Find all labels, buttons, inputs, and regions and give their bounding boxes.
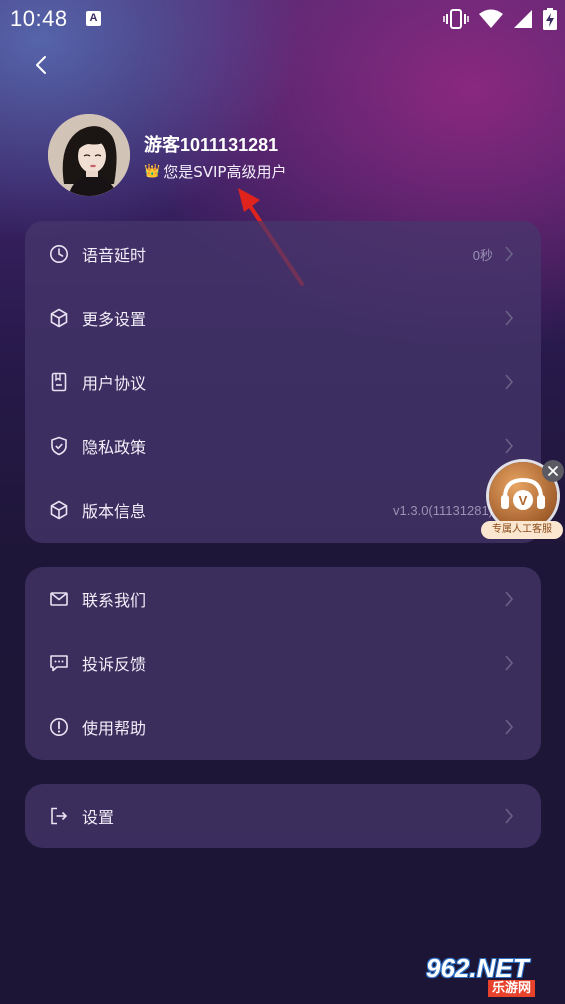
- menu-item-more-settings[interactable]: 更多设置: [25, 286, 541, 350]
- menu-item-label: 设置: [82, 808, 115, 827]
- menu-item-label: 投诉反馈: [82, 655, 147, 674]
- wifi-icon: [479, 9, 503, 28]
- customer-service-label: 专属人工客服: [481, 521, 563, 539]
- chevron-right-icon: [503, 372, 515, 392]
- menu-item-voice-delay[interactable]: 语音延时 0秒: [25, 222, 541, 286]
- menu-item-value: 0秒: [472, 247, 493, 263]
- chevron-left-icon: [36, 56, 46, 74]
- shield-icon: [49, 436, 69, 456]
- logout-icon: [49, 806, 69, 826]
- settings-card-2: 联系我们 投诉反馈 使用帮助: [25, 567, 541, 760]
- menu-item-label: 隐私政策: [82, 438, 147, 457]
- chevron-right-icon: [503, 589, 515, 609]
- watermark-subtext: 乐游网: [488, 980, 536, 997]
- chevron-right-icon: [503, 717, 515, 737]
- vibrate-icon: [443, 9, 469, 29]
- chevron-right-icon: [503, 308, 515, 328]
- status-bar: 10:48 A: [0, 0, 565, 38]
- menu-item-label: 语音延时: [82, 246, 147, 265]
- vip-status: 👑 您是SVIP高级用户: [144, 161, 286, 182]
- close-icon: [548, 466, 558, 476]
- menu-item-settings[interactable]: 设置: [25, 784, 541, 848]
- a-notification-icon: A: [86, 11, 101, 26]
- menu-item-label: 用户协议: [82, 374, 147, 393]
- crown-icon: 👑: [144, 164, 161, 179]
- site-watermark: 962.NET 乐游网: [426, 953, 560, 999]
- menu-item-help[interactable]: 使用帮助: [25, 695, 541, 759]
- battery-charging-icon: [543, 8, 557, 30]
- status-icons: [443, 8, 557, 30]
- settings-card-1: 语音延时 0秒 更多设置 用户协议 隐私政策 版本信息 v1.3.0(11131…: [25, 221, 541, 543]
- settings-card-3: 设置: [25, 784, 541, 848]
- menu-item-version-info[interactable]: 版本信息 v1.3.0(11131281): [25, 478, 541, 542]
- avatar-portrait-image: [48, 114, 130, 196]
- username: 游客1011131281: [144, 135, 279, 155]
- menu-item-label: 联系我们: [82, 591, 147, 610]
- avatar[interactable]: [48, 114, 130, 196]
- cube-icon: [49, 500, 69, 520]
- menu-item-label: 版本信息: [82, 502, 147, 521]
- clock-icon: [49, 244, 69, 264]
- chevron-right-icon: [503, 653, 515, 673]
- mail-icon: [49, 589, 69, 609]
- message-icon: [49, 653, 69, 673]
- alert-icon: [49, 717, 69, 737]
- menu-item-privacy-policy[interactable]: 隐私政策: [25, 414, 541, 478]
- menu-item-contact-us[interactable]: 联系我们: [25, 567, 541, 631]
- chevron-right-icon: [503, 436, 515, 456]
- menu-item-label: 使用帮助: [82, 719, 147, 738]
- close-float-button[interactable]: [542, 460, 564, 482]
- menu-item-label: 更多设置: [82, 310, 147, 329]
- vip-status-text: 您是SVIP高级用户: [163, 163, 287, 181]
- menu-item-user-agreement[interactable]: 用户协议: [25, 350, 541, 414]
- chevron-right-icon: [503, 806, 515, 826]
- back-button[interactable]: [26, 50, 56, 80]
- signal-icon: [514, 10, 532, 28]
- status-time: 10:48: [10, 6, 68, 31]
- service-badge-letter: V: [519, 493, 528, 508]
- document-icon: [49, 372, 69, 392]
- cube-icon: [49, 308, 69, 328]
- chevron-right-icon: [503, 244, 515, 264]
- menu-item-feedback[interactable]: 投诉反馈: [25, 631, 541, 695]
- menu-item-value: v1.3.0(11131281): [393, 502, 493, 518]
